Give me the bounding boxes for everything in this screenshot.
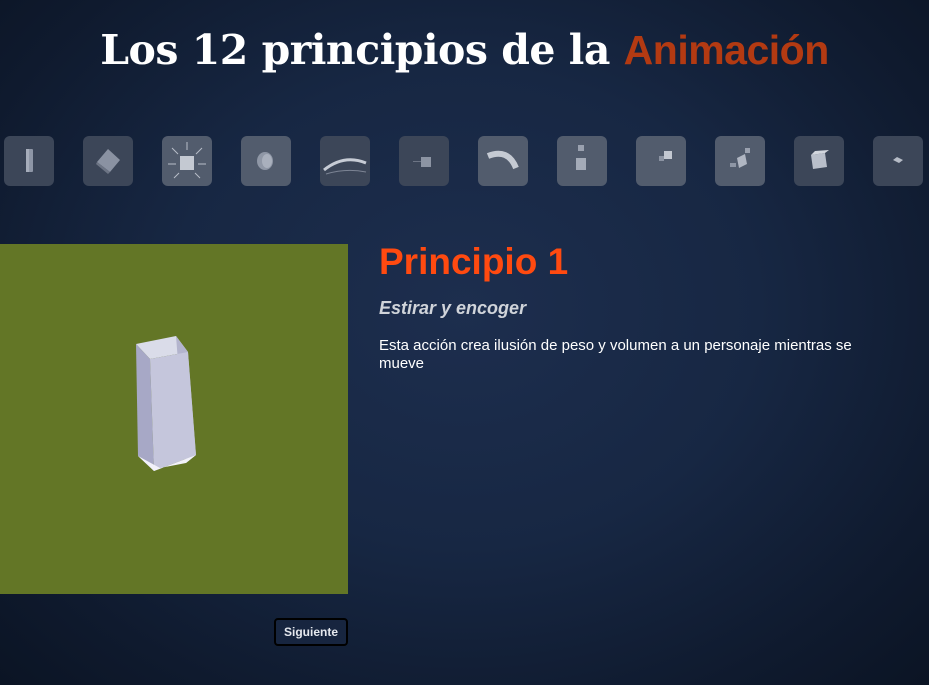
thumbnail-principle-10[interactable] (715, 136, 765, 186)
thumbnail-principle-8[interactable] (557, 136, 607, 186)
arc-icon (323, 158, 367, 175)
principle-detail: Principio 1 Estirar y encoger Esta acció… (379, 240, 899, 373)
principle-thumbnail-strip (4, 136, 929, 188)
page-title-text: Los 12 principios de la (100, 26, 624, 74)
thumbnail-principle-2[interactable] (83, 136, 133, 186)
thumbnail-principle-4[interactable] (241, 136, 291, 186)
thumbnail-principle-1[interactable] (4, 136, 54, 186)
stacked-boxes-icon (576, 145, 586, 170)
thumbnail-principle-7[interactable] (478, 136, 528, 186)
scattered-shapes-icon (730, 148, 750, 168)
page-title: Los 12 principios de la Animación (0, 26, 929, 74)
thumbnail-principle-5[interactable] (320, 136, 370, 186)
next-button[interactable]: Siguiente (274, 618, 348, 646)
principle-name: Estirar y encoger (379, 298, 527, 318)
rotated-cube-icon (96, 149, 120, 174)
animation-preview (0, 244, 348, 594)
small-box-icon (413, 157, 431, 167)
thumbnail-principle-11[interactable] (794, 136, 844, 186)
tiny-diamond-icon (893, 157, 903, 163)
sphere-icon (257, 152, 273, 170)
burst-cube-icon (168, 142, 206, 179)
thumbnail-principle-12[interactable] (873, 136, 923, 186)
curved-arrow-icon (486, 150, 519, 170)
stretched-box-illustration (136, 336, 196, 471)
solid-cube-icon (811, 150, 829, 169)
principle-heading: Principio 1 (379, 241, 569, 282)
principle-description: Esta acción crea ilusión de peso y volum… (379, 337, 852, 372)
stretch-box-icon (26, 149, 33, 172)
offset-boxes-icon (659, 151, 672, 161)
thumbnail-principle-9[interactable] (636, 136, 686, 186)
thumbnail-principle-3[interactable] (162, 136, 212, 186)
page-title-accent: Animación (623, 27, 830, 73)
thumbnail-principle-6[interactable] (399, 136, 449, 186)
